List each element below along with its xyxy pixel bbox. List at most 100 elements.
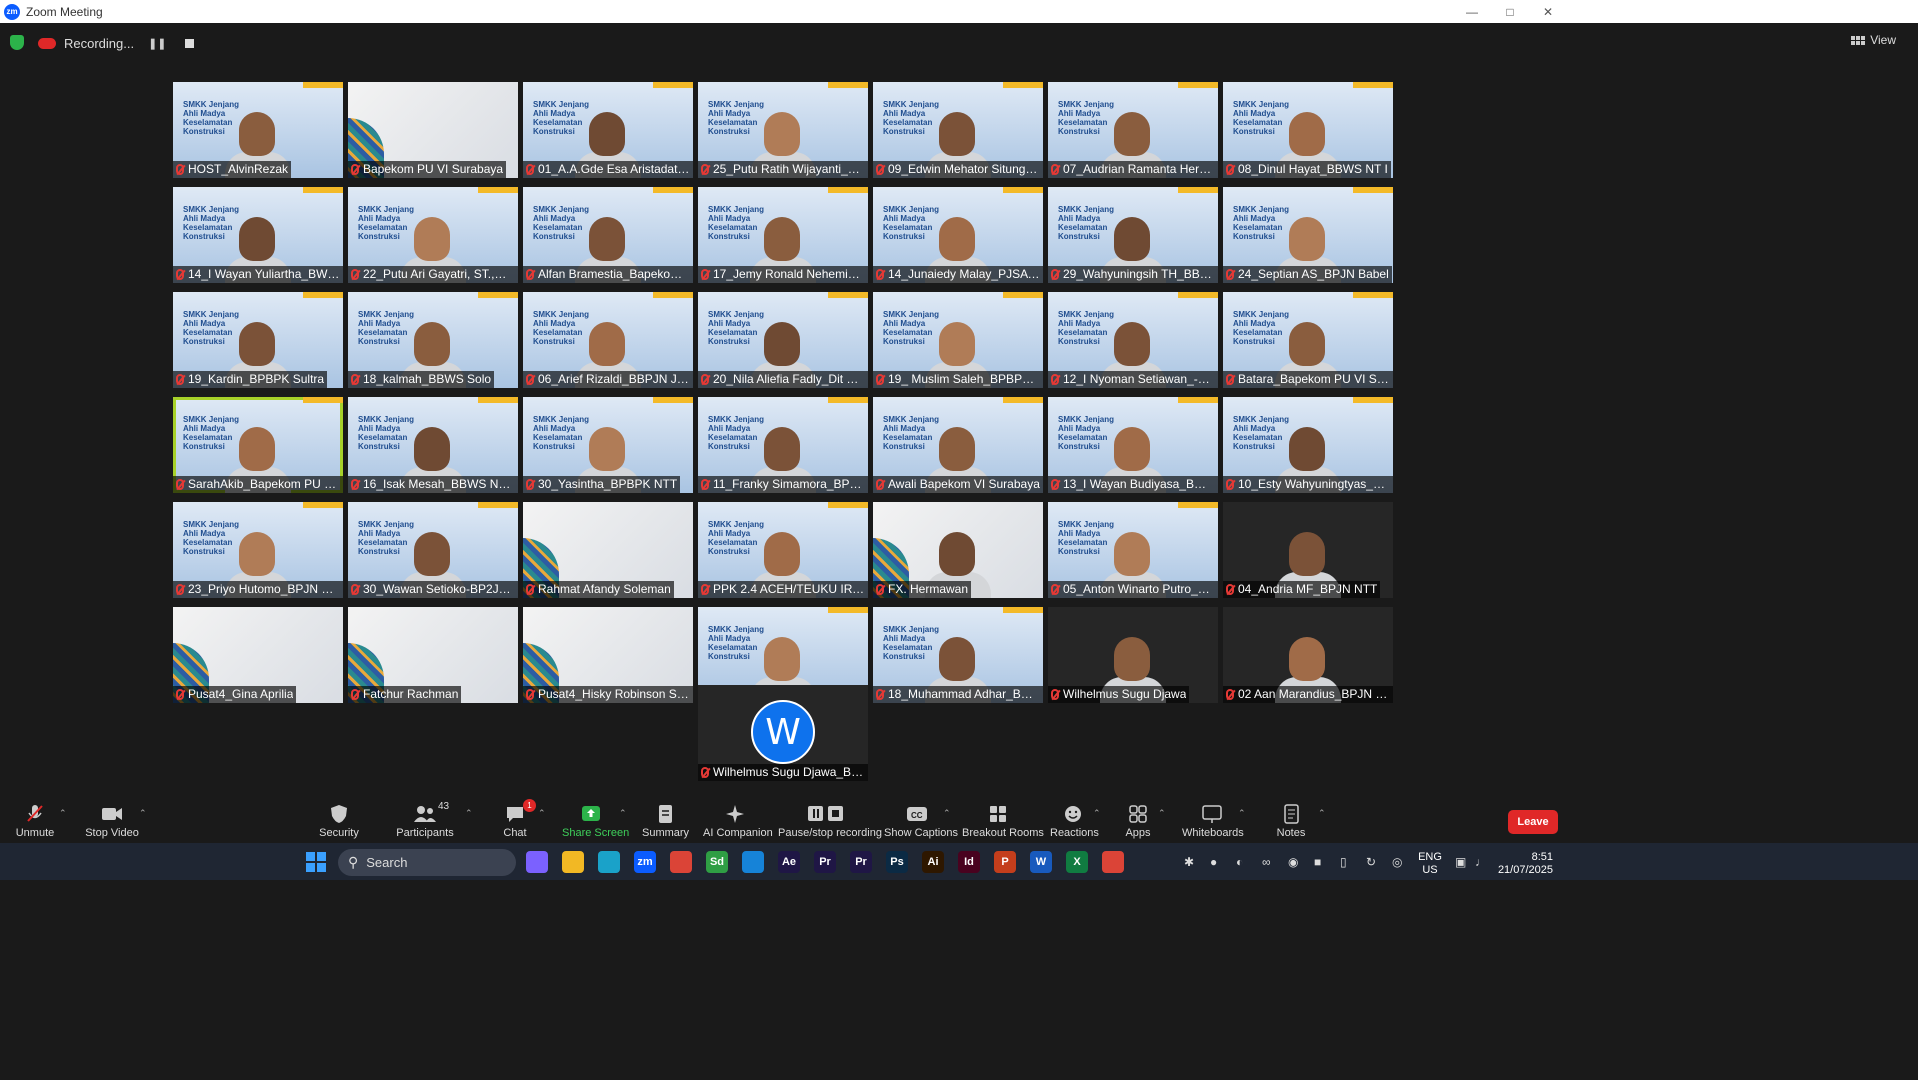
maximize-icon[interactable]: □ — [1490, 0, 1530, 23]
bluetooth-icon[interactable]: ✱ — [1184, 855, 1194, 869]
participant-tile[interactable]: SMKK Jenjang Ahli Madya Keselamatan Kons… — [173, 292, 343, 388]
chat-button[interactable]: 1 Chat — [500, 799, 536, 839]
powerpoint-icon[interactable]: P — [994, 851, 1016, 873]
system-clock[interactable]: 8:51 21/07/2025 — [1497, 851, 1553, 877]
share-options-chevron-icon[interactable]: ⌃ — [619, 808, 627, 819]
participant-tile[interactable]: SMKK Jenjang Ahli Madya Keselamatan Kons… — [348, 187, 518, 283]
participant-tile[interactable]: SMKK Jenjang Ahli Madya Keselamatan Kons… — [1048, 292, 1218, 388]
participant-tile[interactable]: SMKK Jenjang Ahli Madya Keselamatan Kons… — [173, 82, 343, 178]
participant-tile[interactable]: Bapekom PU VI Surabaya — [348, 82, 518, 178]
participant-tile[interactable]: SMKK Jenjang Ahli Madya Keselamatan Kons… — [523, 82, 693, 178]
word-icon[interactable]: W — [1030, 851, 1052, 873]
participant-tile[interactable]: SMKK Jenjang Ahli Madya Keselamatan Kons… — [348, 502, 518, 598]
indesign-icon[interactable]: Id — [958, 851, 980, 873]
notes-options-chevron-icon[interactable]: ⌃ — [1318, 808, 1326, 819]
leave-button[interactable]: Leave — [1508, 810, 1558, 834]
zoom-tray-icon[interactable]: ◉ — [1288, 855, 1298, 869]
excel-icon[interactable]: X — [1066, 851, 1088, 873]
participants-button[interactable]: 43 Participants — [396, 801, 454, 839]
summary-button[interactable]: Summary — [642, 803, 689, 839]
participant-tile[interactable]: SMKK Jenjang Ahli Madya Keselamatan Kons… — [873, 187, 1043, 283]
participant-tile[interactable]: SMKK Jenjang Ahli Madya Keselamatan Kons… — [698, 397, 868, 493]
language-indicator[interactable]: ENG US — [1415, 851, 1445, 877]
after-effects-icon[interactable]: Ae — [778, 851, 800, 873]
show-captions-button[interactable]: CC Show Captions — [884, 803, 958, 839]
ai-companion-button[interactable]: AI Companion — [703, 803, 773, 839]
participant-tile[interactable]: SMKK Jenjang Ahli Madya Keselamatan Kons… — [1048, 397, 1218, 493]
apps-button[interactable]: Apps — [1122, 803, 1154, 839]
participant-tile[interactable]: SMKK Jenjang Ahli Madya Keselamatan Kons… — [698, 187, 868, 283]
windows-start-icon[interactable] — [305, 851, 327, 873]
participant-tile[interactable]: SMKK Jenjang Ahli Madya Keselamatan Kons… — [1223, 292, 1393, 388]
apps-options-chevron-icon[interactable]: ⌃ — [1158, 808, 1166, 819]
store-icon[interactable] — [742, 851, 764, 873]
participant-tile[interactable]: Pusat4_Hisky Robinson Sampe — [523, 607, 693, 703]
edge-icon[interactable] — [598, 851, 620, 873]
share-screen-button[interactable]: Share Screen — [562, 803, 629, 839]
network-icon[interactable]: ▣ — [1455, 855, 1466, 869]
participant-tile[interactable]: SMKK Jenjang Ahli Madya Keselamatan Kons… — [698, 82, 868, 178]
participant-tile[interactable]: SMKK Jenjang Ahli Madya Keselamatan Kons… — [1223, 82, 1393, 178]
zoom-icon[interactable]: zm — [634, 851, 656, 873]
chat-options-chevron-icon[interactable]: ⌃ — [538, 808, 546, 819]
participant-tile[interactable]: SMKK Jenjang Ahli Madya Keselamatan Kons… — [698, 502, 868, 598]
captions-options-chevron-icon[interactable]: ⌃ — [943, 808, 951, 819]
participant-tile[interactable]: Rahmat Afandy Soleman — [523, 502, 693, 598]
participant-tile[interactable]: Wilhelmus Sugu Djawa — [1048, 607, 1218, 703]
premiere-alt-icon[interactable]: Pr — [850, 851, 872, 873]
whiteboards-options-chevron-icon[interactable]: ⌃ — [1238, 808, 1246, 819]
participant-tile[interactable]: SMKK Jenjang Ahli Madya Keselamatan Kons… — [173, 502, 343, 598]
security-button[interactable]: Security — [316, 803, 362, 839]
participant-tile[interactable]: SMKK Jenjang Ahli Madya Keselamatan Kons… — [348, 397, 518, 493]
participant-tile[interactable]: SMKK Jenjang Ahli Madya Keselamatan Kons… — [1223, 397, 1393, 493]
encryption-shield-icon[interactable] — [10, 35, 24, 50]
participant-tile[interactable]: SMKK Jenjang Ahli Madya Keselamatan Kons… — [1048, 187, 1218, 283]
participant-tile[interactable]: SMKK Jenjang Ahli Madya Keselamatan Kons… — [348, 292, 518, 388]
participant-tile[interactable]: SMKK Jenjang Ahli Madya Keselamatan Kons… — [1223, 187, 1393, 283]
chrome-icon[interactable] — [670, 851, 692, 873]
edge-tray-icon[interactable]: ◐ — [1236, 855, 1243, 869]
participant-tile[interactable]: SMKK Jenjang Ahli Madya Keselamatan Kons… — [523, 292, 693, 388]
pause-recording-icon[interactable]: ❚❚ — [148, 37, 166, 50]
pause-stop-recording-button[interactable]: Pause/stop recording — [778, 803, 882, 839]
participant-tile[interactable]: SMKK Jenjang Ahli Madya Keselamatan Kons… — [523, 397, 693, 493]
file-explorer-icon[interactable] — [562, 851, 584, 873]
participant-tile[interactable]: SMKK Jenjang Ahli Madya Keselamatan Kons… — [173, 187, 343, 283]
participant-tile[interactable]: SMKK Jenjang Ahli Madya Keselamatan Kons… — [873, 397, 1043, 493]
stop-video-button[interactable]: Stop Video — [84, 803, 140, 839]
taskbar-search-input[interactable]: ⚲ Search — [338, 849, 516, 876]
close-icon[interactable]: ✕ — [1528, 0, 1568, 23]
audio-options-chevron-icon[interactable]: ⌃ — [59, 808, 67, 819]
reactions-options-chevron-icon[interactable]: ⌃ — [1093, 808, 1101, 819]
participant-tile[interactable]: SMKK Jenjang Ahli Madya Keselamatan Kons… — [873, 607, 1043, 703]
participant-tile[interactable]: 02 Aan Marandius_BPJN NTT — [1223, 607, 1393, 703]
participant-tile[interactable]: FX. Hermawan — [873, 502, 1043, 598]
breakout-rooms-button[interactable]: Breakout Rooms — [962, 803, 1044, 839]
nvidia-icon[interactable]: ■ — [1314, 855, 1321, 869]
copilot-icon[interactable] — [526, 851, 548, 873]
sync-icon[interactable]: ↻ — [1366, 855, 1376, 869]
participants-options-chevron-icon[interactable]: ⌃ — [465, 808, 473, 819]
notes-button[interactable]: Notes — [1274, 803, 1308, 839]
tray-app-icon[interactable]: ● — [1210, 855, 1217, 869]
minimize-icon[interactable]: — — [1452, 0, 1492, 23]
volume-icon[interactable]: ♩ — [1475, 855, 1487, 869]
participant-tile[interactable]: SMKK Jenjang Ahli Madya Keselamatan Kons… — [1048, 502, 1218, 598]
photoshop-icon[interactable]: Ps — [886, 851, 908, 873]
video-options-chevron-icon[interactable]: ⌃ — [139, 808, 147, 819]
participant-tile[interactable]: SMKK Jenjang Ahli Madya Keselamatan Kons… — [873, 82, 1043, 178]
sd-app-icon[interactable]: Sd — [706, 851, 728, 873]
participant-tile[interactable]: SMKK Jenjang Ahli Madya Keselamatan Kons… — [1048, 82, 1218, 178]
illustrator-icon[interactable]: Ai — [922, 851, 944, 873]
chrome-profile-icon[interactable] — [1102, 851, 1124, 873]
stop-recording-icon[interactable] — [184, 38, 194, 48]
participant-tile[interactable]: Pusat4_Gina Aprilia — [173, 607, 343, 703]
usb-icon[interactable]: ▯ — [1340, 855, 1347, 869]
reactions-button[interactable]: Reactions — [1050, 803, 1099, 839]
participant-tile[interactable]: SMKK Jenjang Ahli Madya Keselamatan Kons… — [873, 292, 1043, 388]
participant-tile[interactable]: SMKK Jenjang Ahli Madya Keselamatan Kons… — [523, 187, 693, 283]
participant-tile[interactable]: Fatchur Rachman — [348, 607, 518, 703]
participant-tile[interactable]: SMKK Jenjang Ahli Madya Keselamatan Kons… — [698, 292, 868, 388]
participant-tile[interactable]: 04_Andria MF_BPJN NTT — [1223, 502, 1393, 598]
unmute-button[interactable]: Unmute — [12, 803, 58, 839]
